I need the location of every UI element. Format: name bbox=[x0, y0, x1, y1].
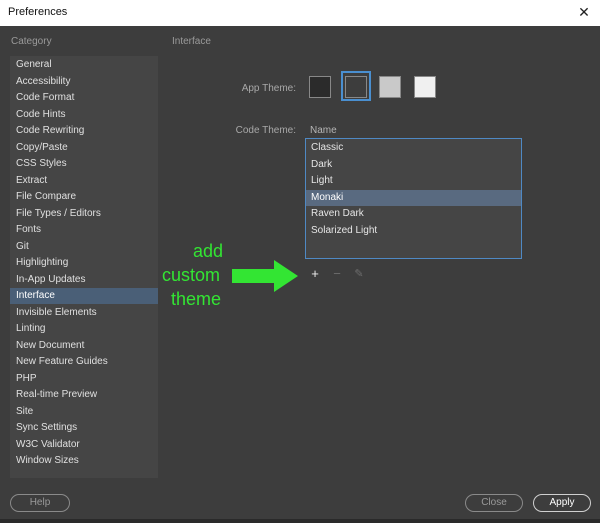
app-theme-label: App Theme: bbox=[241, 83, 296, 94]
app-theme-swatch-lightest[interactable] bbox=[414, 76, 436, 98]
annotation-arrow-icon bbox=[232, 260, 298, 292]
sidebar-item-in-app-updates[interactable]: In-App Updates bbox=[10, 272, 158, 288]
code-theme-item-dark[interactable]: Dark bbox=[306, 157, 521, 173]
sidebar-item-sync-settings[interactable]: Sync Settings bbox=[10, 420, 158, 436]
sidebar-item-real-time-preview[interactable]: Real-time Preview bbox=[10, 387, 158, 403]
app-theme-swatch-light[interactable] bbox=[379, 76, 401, 98]
code-theme-item-raven-dark[interactable]: Raven Dark bbox=[306, 206, 521, 222]
sidebar-item-linting[interactable]: Linting bbox=[10, 321, 158, 337]
sidebar-item-code-format[interactable]: Code Format bbox=[10, 90, 158, 106]
sidebar-item-fonts[interactable]: Fonts bbox=[10, 222, 158, 238]
sidebar-item-code-rewriting[interactable]: Code Rewriting bbox=[10, 123, 158, 139]
sidebar-item-accessibility[interactable]: Accessibility bbox=[10, 74, 158, 90]
code-theme-item-light[interactable]: Light bbox=[306, 173, 521, 189]
sidebar-item-code-hints[interactable]: Code Hints bbox=[10, 107, 158, 123]
category-header: Category bbox=[11, 36, 52, 47]
sidebar-item-w3c-validator[interactable]: W3C Validator bbox=[10, 437, 158, 453]
sidebar-item-extract[interactable]: Extract bbox=[10, 173, 158, 189]
edit-theme-button[interactable]: ✎ bbox=[353, 268, 365, 280]
add-theme-button[interactable]: + bbox=[309, 267, 321, 280]
annotation-line-3: theme bbox=[170, 289, 222, 309]
remove-theme-button[interactable]: − bbox=[331, 267, 343, 280]
name-column-header: Name bbox=[310, 125, 337, 136]
sidebar-item-file-compare[interactable]: File Compare bbox=[10, 189, 158, 205]
sidebar-item-site[interactable]: Site bbox=[10, 404, 158, 420]
sidebar-item-new-document[interactable]: New Document bbox=[10, 338, 158, 354]
title-bar: Preferences ✕ bbox=[0, 0, 600, 26]
window-title: Preferences bbox=[8, 6, 68, 18]
sidebar-item-php[interactable]: PHP bbox=[10, 371, 158, 387]
sidebar-item-general[interactable]: General bbox=[10, 57, 158, 73]
sidebar-item-interface[interactable]: Interface bbox=[10, 288, 158, 304]
sidebar-item-git[interactable]: Git bbox=[10, 239, 158, 255]
sidebar-item-new-feature-guides[interactable]: New Feature Guides bbox=[10, 354, 158, 370]
code-theme-list: Classic Dark Light Monaki Raven Dark Solarize… bbox=[305, 138, 522, 259]
category-list: General Accessibility Code Format Code Hint… bbox=[10, 56, 158, 478]
apply-button[interactable]: Apply bbox=[533, 494, 591, 512]
code-theme-item-classic[interactable]: Classic bbox=[306, 140, 521, 156]
sidebar-item-copy-paste[interactable]: Copy/Paste bbox=[10, 140, 158, 156]
sidebar-item-invisible-elements[interactable]: Invisible Elements bbox=[10, 305, 158, 321]
code-theme-item-solarized-light[interactable]: Solarized Light bbox=[306, 223, 521, 239]
sidebar-item-window-sizes[interactable]: Window Sizes bbox=[10, 453, 158, 469]
app-theme-swatch-darkest[interactable] bbox=[309, 76, 331, 98]
app-theme-swatch-dark[interactable] bbox=[345, 76, 367, 98]
sidebar-item-highlighting[interactable]: Highlighting bbox=[10, 255, 158, 271]
code-theme-item-monaki[interactable]: Monaki bbox=[306, 189, 521, 206]
code-theme-label: Code Theme: bbox=[235, 125, 296, 136]
sidebar-item-css-styles[interactable]: CSS Styles bbox=[10, 156, 158, 172]
section-title: Interface bbox=[172, 36, 211, 47]
close-button[interactable]: Close bbox=[465, 494, 523, 512]
close-icon[interactable]: ✕ bbox=[576, 4, 592, 20]
sidebar-item-file-types-editors[interactable]: File Types / Editors bbox=[10, 206, 158, 222]
annotation-line-2: custom bbox=[161, 265, 221, 285]
window-bottom-edge bbox=[0, 519, 600, 523]
help-button[interactable]: Help bbox=[10, 494, 70, 512]
